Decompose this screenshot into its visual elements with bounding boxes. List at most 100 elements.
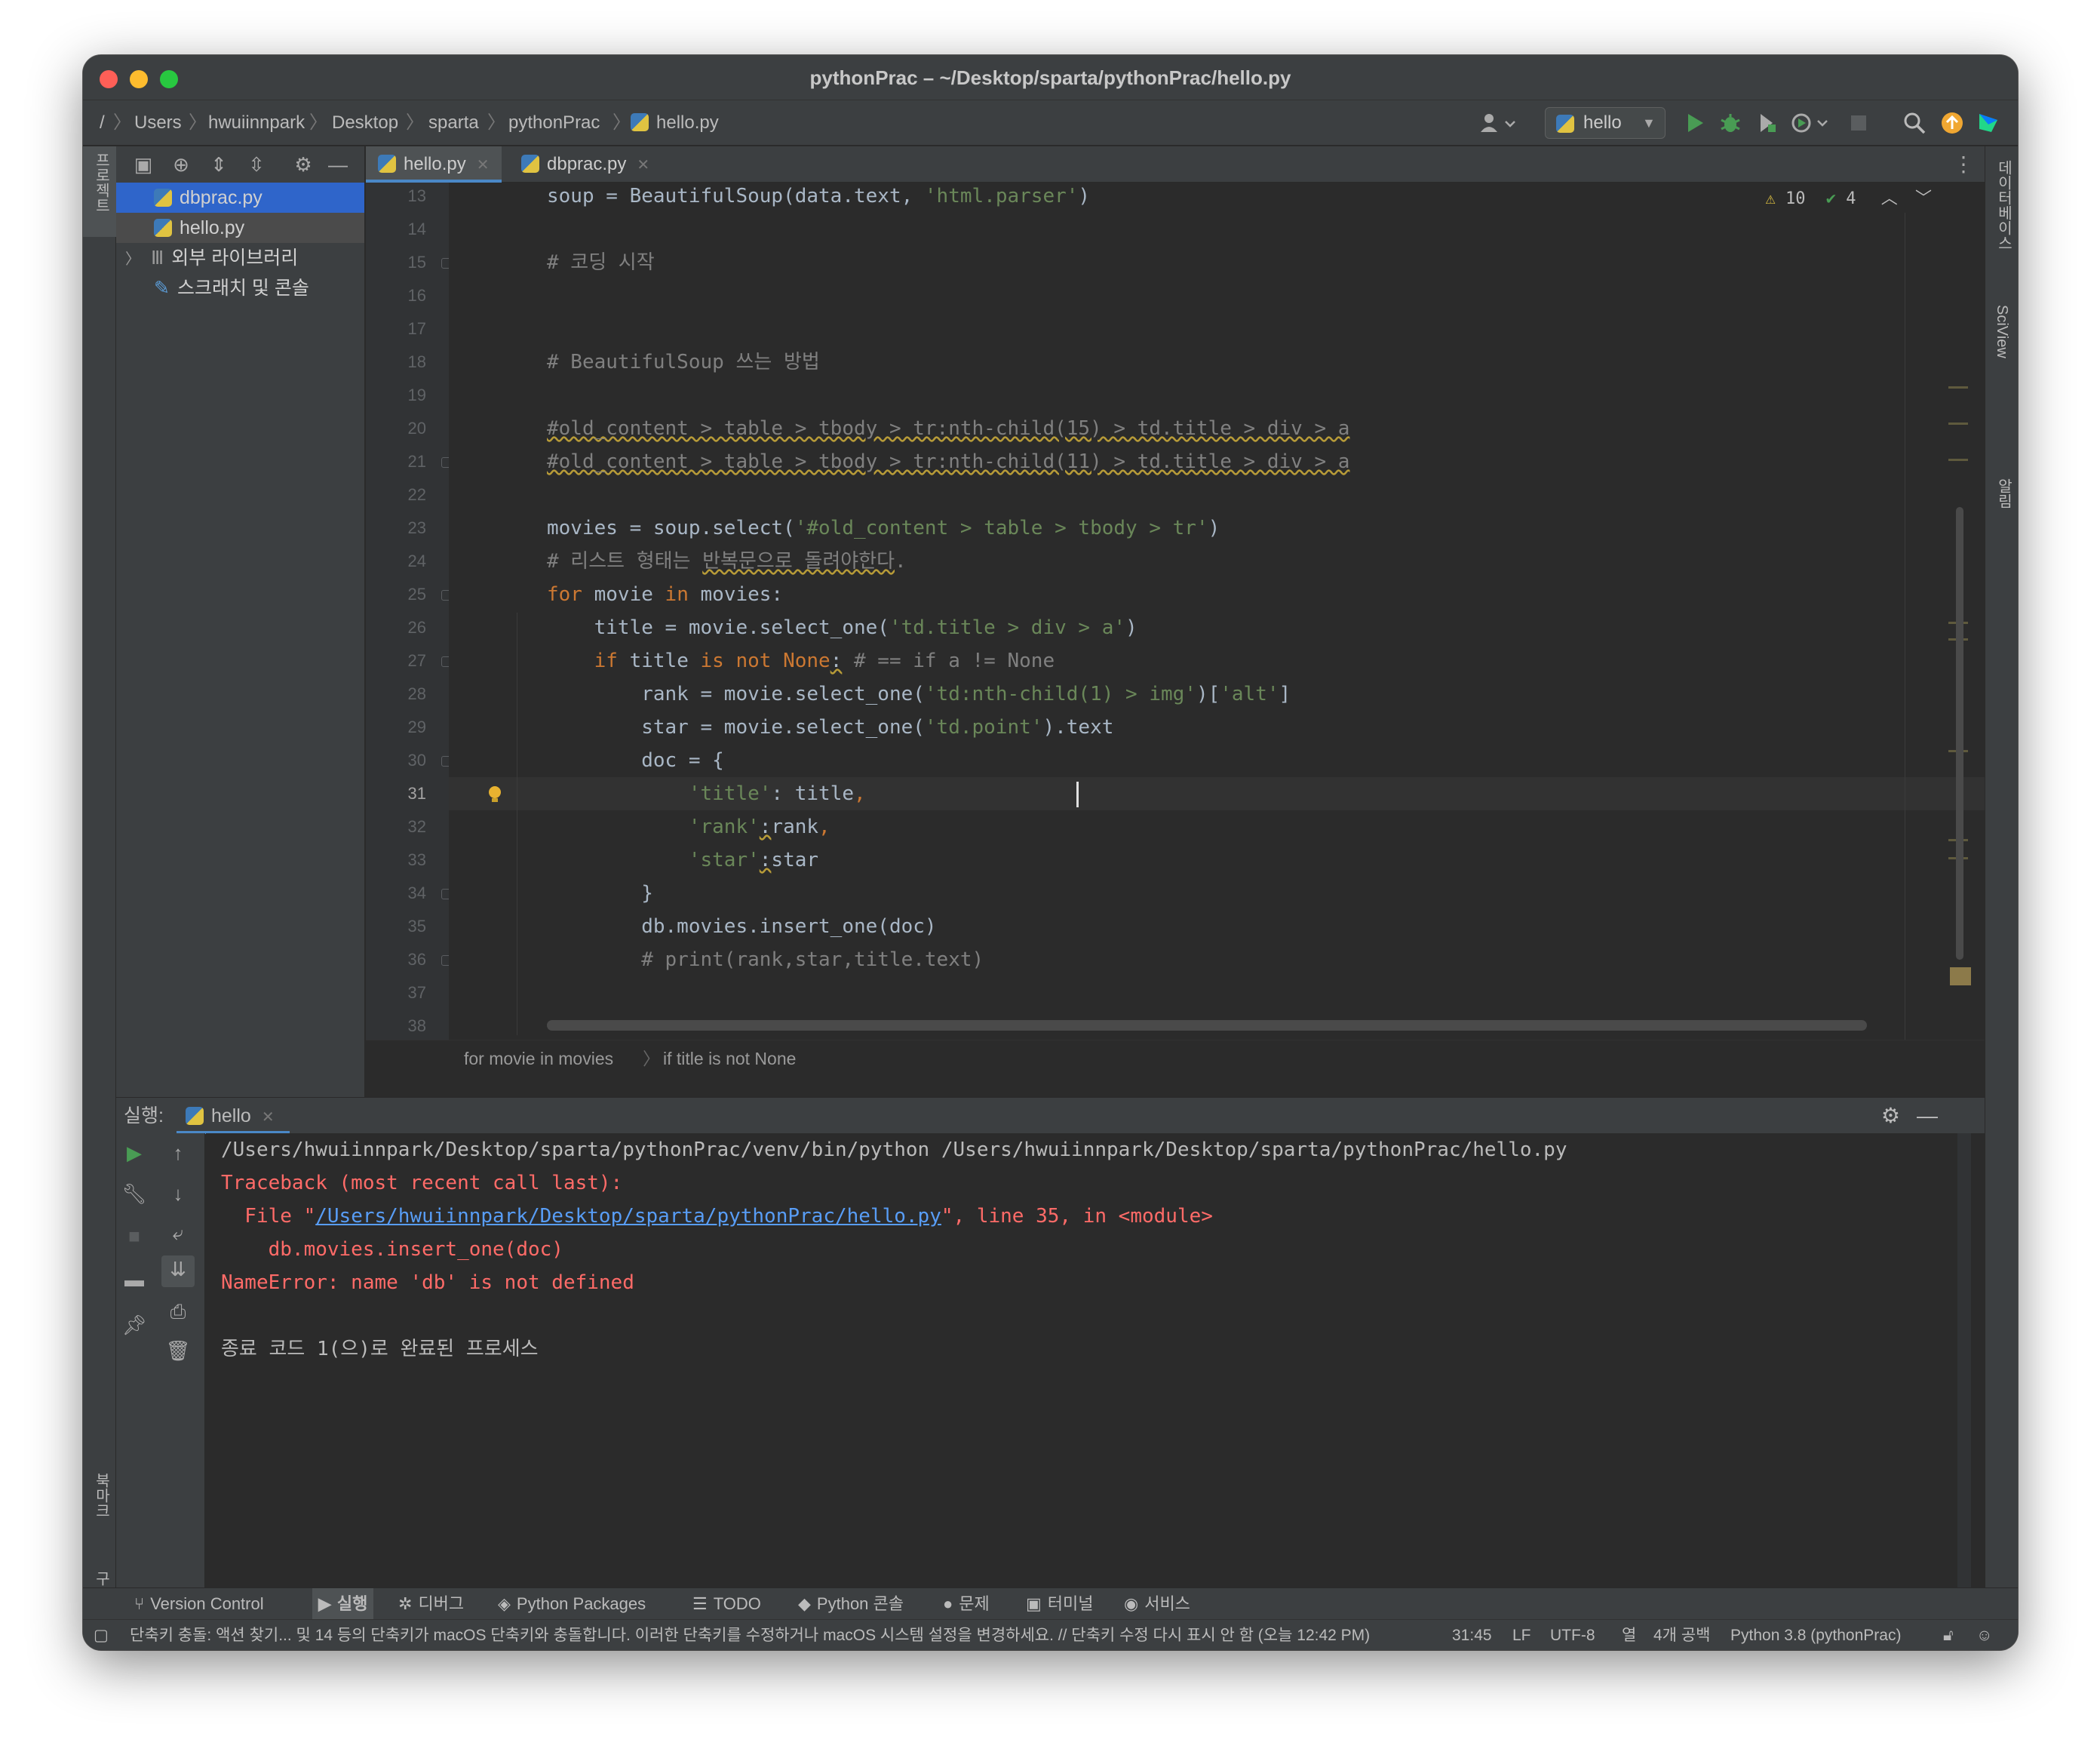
status-interpreter[interactable]: Python 3.8 (pythonPrac) — [1730, 1620, 1901, 1650]
breadcrumb-root[interactable]: / — [100, 100, 105, 146]
layout-icon[interactable]: ▬ — [121, 1266, 148, 1293]
tool-services[interactable]: ◉ 서비스 — [1124, 1588, 1190, 1620]
line-number: 34 — [407, 884, 426, 902]
warning-marker[interactable] — [1948, 459, 1968, 461]
project-tool-label: 프로젝트 — [93, 152, 109, 213]
gear-icon[interactable]: ⚙ — [1881, 1098, 1900, 1134]
tool-run[interactable]: ▶ 실행 — [312, 1588, 374, 1620]
profile-icon[interactable] — [1791, 111, 1833, 135]
debug-icon: ✲ — [398, 1594, 413, 1613]
plugin-logo-icon[interactable] — [1976, 111, 2000, 135]
project-item-hello[interactable]: hello.py — [116, 213, 364, 243]
project-tool-button[interactable]: 프로젝트 — [83, 146, 116, 237]
tool-debug[interactable]: ✲ 디버그 — [398, 1588, 464, 1620]
rerun-icon[interactable]: ▶ — [121, 1139, 148, 1166]
wrench-icon[interactable]: 🔧︎ — [121, 1180, 148, 1207]
breadcrumb-desktop[interactable]: Desktop — [332, 100, 398, 146]
inspection-widget[interactable]: ⚠ 10 ✔ 4 ︿ ﹀ — [1765, 183, 1932, 216]
status-line-separator[interactable]: LF — [1512, 1620, 1531, 1650]
project-item-external-libraries[interactable]: 〉 Ⅲ 외부 라이브러리 — [116, 243, 364, 273]
trash-icon[interactable]: 🗑︎ — [164, 1337, 192, 1364]
status-encoding[interactable]: UTF-8 — [1550, 1620, 1595, 1650]
console-file-link[interactable]: /Users/hwuiinnpark/Desktop/sparta/python… — [315, 1205, 941, 1228]
breadcrumb-users[interactable]: Users — [134, 100, 182, 146]
debug-icon[interactable] — [1718, 111, 1742, 135]
breadcrumb-pythonprac[interactable]: pythonPrac — [508, 100, 600, 146]
collapse-all-icon[interactable]: ⇳ — [244, 152, 269, 177]
vertical-scrollbar[interactable] — [1956, 507, 1963, 960]
arrow-down-icon[interactable]: ↓ — [164, 1180, 192, 1207]
stop-icon[interactable] — [1847, 111, 1871, 135]
pin-icon[interactable]: 📌︎ — [121, 1311, 148, 1338]
tab-hello[interactable]: hello.py ✕ — [366, 146, 502, 183]
tool-problems[interactable]: ● 문제 — [943, 1588, 990, 1620]
arrow-up-icon[interactable]: ↑ — [164, 1139, 192, 1166]
warning-marker[interactable] — [1948, 423, 1968, 425]
run-tab-hello[interactable]: hello ✕ — [177, 1098, 290, 1134]
close-icon[interactable]: ✕ — [477, 157, 490, 174]
notifications-icon[interactable]: ☺ — [1976, 1620, 1992, 1650]
chevron-up-icon[interactable]: ︿ — [1881, 189, 1898, 208]
project-item-scratches[interactable]: ✎ 스크래치 및 콘솔 — [116, 273, 364, 303]
line-number: 17 — [407, 319, 426, 338]
more-tabs-icon[interactable]: ⋮ — [1953, 146, 1974, 183]
code-line: for movie in movies: — [547, 583, 784, 606]
horizontal-scrollbar[interactable] — [547, 1020, 1867, 1031]
search-icon[interactable] — [1902, 111, 1927, 135]
expand-all-icon[interactable]: ⇕ — [207, 152, 231, 177]
line-number: 32 — [407, 817, 426, 836]
warning-icon: ⚠ — [1765, 189, 1776, 208]
breadcrumb-sparta[interactable]: sparta — [428, 100, 479, 146]
tool-python-console[interactable]: ◆ Python 콘솔 — [798, 1588, 904, 1620]
run-config-selector[interactable]: hello ▼ — [1545, 107, 1666, 139]
warning-marker[interactable] — [1948, 386, 1968, 389]
error-marker[interactable] — [1950, 967, 1971, 985]
soft-wrap-icon[interactable]: ⤶ — [164, 1219, 192, 1246]
chevron-right-icon: 〉 — [125, 251, 140, 268]
tool-todo[interactable]: ☰ TODO — [692, 1588, 761, 1620]
update-icon[interactable] — [1940, 111, 1964, 135]
status-column-label[interactable]: 열 — [1622, 1620, 1636, 1650]
status-indent[interactable]: 4개 공백 — [1653, 1620, 1710, 1650]
account-icon[interactable] — [1478, 111, 1521, 135]
tool-label: TODO — [713, 1594, 761, 1613]
code-editor[interactable]: ⚠ 10 ✔ 4 ︿ ﹀ soup = BeautifulSoup(data.t… — [449, 183, 1985, 1040]
python-file-icon — [631, 113, 649, 131]
tool-label: 문제 — [959, 1594, 990, 1613]
tool-terminal[interactable]: ▣ 터미널 — [1026, 1588, 1094, 1620]
tool-python-packages[interactable]: ◈ Python Packages — [498, 1588, 646, 1620]
close-icon[interactable]: ✕ — [262, 1109, 275, 1126]
breadcrumb-file[interactable]: hello.py — [631, 100, 719, 146]
navigation-bar: / 〉 Users 〉 hwuiinnpark 〉 Desktop 〉 spar… — [83, 100, 2018, 146]
status-caret-position[interactable]: 31:45 — [1452, 1620, 1492, 1650]
breadcrumb-if-block[interactable]: if title is not None — [663, 1040, 796, 1077]
code-line: # 코딩 시작 — [547, 251, 655, 274]
console-scrollbar[interactable] — [1957, 1133, 1971, 1587]
run-side-toolbar: ▶ ↑ 🔧︎ ↓ ⤶ ■ ⇊ ▬ ⎙ 📌︎ 🗑︎ — [116, 1133, 205, 1587]
project-item-label: 스크래치 및 콘솔 — [177, 278, 309, 299]
close-icon[interactable]: ✕ — [637, 157, 649, 174]
project-item-dbprac[interactable]: dbprac.py — [116, 183, 364, 213]
lock-icon[interactable]: 🔓︎ — [1943, 1620, 1954, 1650]
gear-icon[interactable]: ⚙ — [291, 152, 315, 177]
print-icon[interactable]: ⎙ — [164, 1298, 192, 1325]
breadcrumb-user[interactable]: hwuiinnpark — [208, 100, 305, 146]
tool-version-control[interactable]: ⑂ Version Control — [134, 1588, 264, 1620]
hide-panel-icon[interactable]: — — [326, 152, 350, 177]
scratch-icon: ✎ — [154, 278, 170, 299]
lightbulb-icon[interactable] — [487, 785, 503, 804]
ide-window: pythonPrac – ~/Desktop/sparta/pythonPrac… — [83, 55, 2018, 1650]
project-view-icon[interactable]: ▣ — [131, 152, 155, 177]
stop-icon[interactable]: ■ — [121, 1222, 148, 1249]
status-toggle-icon[interactable]: ▢ — [94, 1620, 109, 1650]
status-message[interactable]: 단축키 충돌: 액션 찾기... 및 14 등의 단축키가 macOS 단축키와… — [130, 1620, 1370, 1650]
run-console[interactable]: /Users/hwuiinnpark/Desktop/sparta/python… — [206, 1133, 1971, 1587]
run-icon[interactable] — [1682, 111, 1706, 135]
minimize-panel-icon[interactable]: — — [1917, 1098, 1938, 1134]
breadcrumb-for-loop[interactable]: for movie in movies — [464, 1040, 613, 1077]
locate-icon[interactable]: ⊕ — [169, 152, 193, 177]
coverage-icon[interactable] — [1755, 111, 1779, 135]
chevron-down-icon[interactable]: ﹀ — [1915, 189, 1932, 208]
tab-dbprac[interactable]: dbprac.py ✕ — [509, 146, 660, 183]
scroll-to-end-icon[interactable]: ⇊ — [161, 1255, 195, 1287]
